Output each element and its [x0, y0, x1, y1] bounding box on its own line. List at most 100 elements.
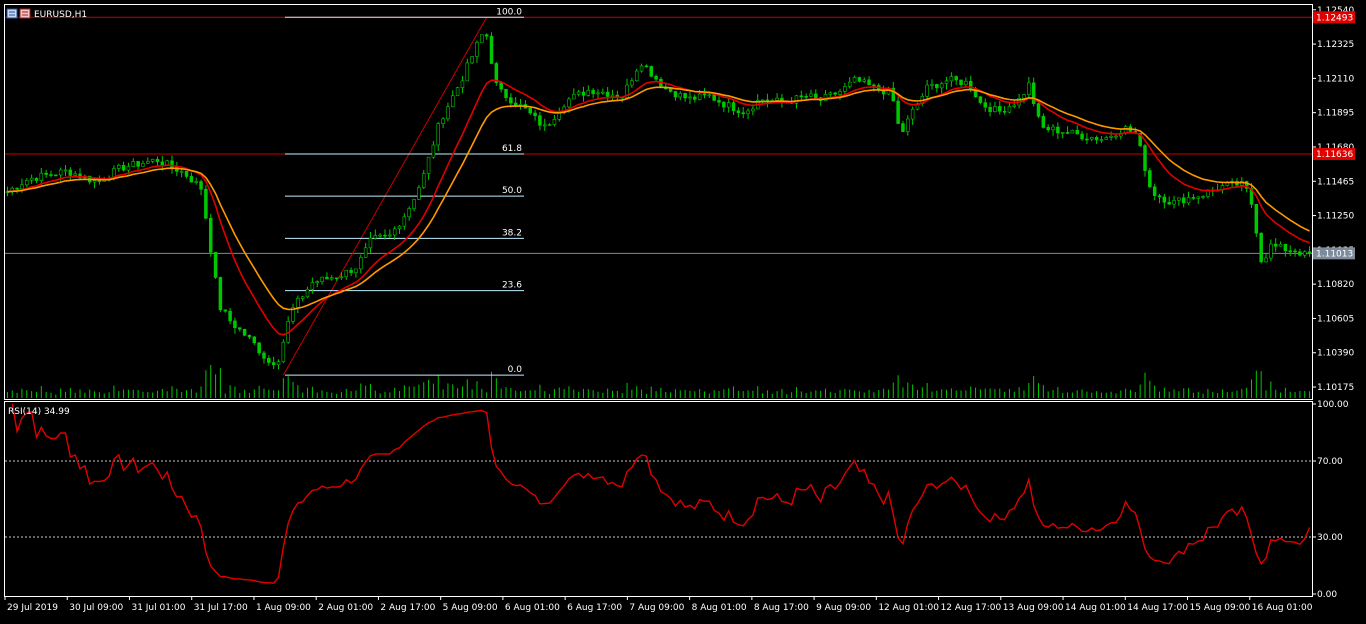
candle-body — [1056, 126, 1060, 134]
candle — [213, 251, 218, 279]
candle-body — [688, 96, 692, 99]
candle-body — [838, 91, 842, 95]
candle — [281, 339, 286, 364]
rsi-axis-label: 100.00 — [1317, 400, 1349, 410]
candle-body — [1041, 116, 1046, 128]
candle-body — [1007, 106, 1012, 113]
time-axis-label: 2 Aug 17:00 — [380, 603, 435, 613]
fibonacci-level-label: 100.0 — [496, 7, 522, 17]
candle-body — [1099, 139, 1104, 141]
candle-body — [925, 84, 929, 97]
candle-body — [930, 84, 934, 86]
candle — [470, 56, 474, 65]
candle-body — [465, 62, 470, 82]
candle-body — [1031, 82, 1036, 104]
candle-body — [983, 102, 988, 108]
candle-body — [189, 176, 194, 183]
candle-body — [567, 98, 571, 108]
time-axis-label: 16 Aug 01:00 — [1252, 603, 1313, 613]
candle-body — [649, 66, 653, 77]
time-axis-label: 8 Aug 17:00 — [754, 603, 809, 613]
candle-body — [736, 110, 741, 114]
candle-body — [896, 100, 900, 124]
price-axis-label: 1.11250 — [1317, 212, 1354, 222]
candle — [1259, 232, 1263, 264]
candle-body — [1162, 196, 1167, 203]
candle-body — [1148, 170, 1152, 188]
candle-body — [402, 216, 407, 227]
candle-body — [1012, 104, 1017, 107]
candle — [242, 328, 247, 337]
candle — [417, 185, 421, 200]
time-axis-label: 14 Aug 17:00 — [1127, 603, 1188, 613]
candle-body — [484, 34, 489, 37]
candle-body — [334, 277, 339, 280]
candle-body — [760, 99, 765, 102]
candle-body — [475, 42, 479, 57]
fibonacci-level-label: 50.0 — [502, 186, 522, 196]
candle-body — [325, 276, 329, 280]
candle-body — [1065, 132, 1070, 134]
candle-body — [610, 94, 615, 97]
candle — [208, 213, 213, 257]
candle-body — [247, 335, 252, 338]
candle-body — [804, 96, 808, 98]
candle-body — [25, 179, 29, 186]
chart-window[interactable]: 100.0 61.8 50.0 38.2 23.6 0.0 1.12540 1.12325 1… — [0, 0, 1366, 620]
candle-body — [339, 276, 344, 279]
candle-body — [978, 96, 983, 103]
candle-body — [959, 79, 963, 85]
candle-body — [271, 362, 276, 366]
candle-body — [155, 158, 160, 163]
candle-body — [828, 92, 833, 95]
candle-body — [847, 81, 852, 87]
candle-body — [1293, 250, 1297, 253]
candle-body — [1302, 251, 1307, 256]
candle — [455, 86, 460, 97]
candle-body — [557, 112, 562, 120]
time-axis-label: 6 Aug 17:00 — [567, 603, 622, 613]
candle-body — [208, 217, 213, 253]
price-axis-label: 1.12110 — [1317, 74, 1354, 84]
time-axis-label: 31 Jul 01:00 — [131, 603, 185, 613]
candle-body — [300, 296, 305, 299]
candle-body — [746, 110, 750, 114]
candle-body — [373, 235, 378, 239]
candle-body — [504, 88, 508, 98]
candle-body — [1191, 197, 1196, 199]
candle-body — [383, 234, 387, 237]
candle-body — [97, 180, 102, 182]
candle-body — [276, 361, 281, 366]
chart-canvas[interactable]: 100.061.850.038.223.60.0 1.125401.123251… — [0, 0, 1366, 620]
candle-body — [906, 118, 910, 132]
candle-body — [117, 164, 121, 169]
candle-body — [712, 94, 716, 101]
time-axis-label: 2 Aug 01:00 — [318, 603, 373, 613]
candle-body — [726, 102, 731, 108]
candle-body — [731, 102, 736, 112]
candle-body — [179, 170, 184, 173]
candle — [857, 76, 862, 83]
candle-body — [223, 309, 228, 312]
candle-body — [368, 237, 373, 249]
candle-body — [944, 80, 949, 84]
candle — [649, 65, 653, 78]
candle-body — [538, 115, 542, 126]
price-axis-label: 1.11895 — [1317, 109, 1354, 119]
candle-body — [939, 83, 944, 89]
candle-body — [1186, 197, 1191, 204]
candle-body — [533, 112, 537, 117]
candle-body — [305, 288, 310, 298]
candle-body — [513, 102, 518, 106]
candle-body — [717, 100, 721, 103]
candle-body — [92, 180, 97, 183]
candle-body — [668, 88, 673, 92]
candle-body — [446, 106, 450, 120]
candle-body — [678, 92, 683, 98]
time-axis-label: 14 Aug 01:00 — [1065, 603, 1126, 613]
price-axis-label: 1.12325 — [1317, 40, 1354, 50]
candle-body — [591, 89, 595, 95]
price-axis-label: 1.10175 — [1317, 383, 1354, 393]
candle-body — [499, 82, 503, 90]
candle-body — [218, 277, 223, 311]
